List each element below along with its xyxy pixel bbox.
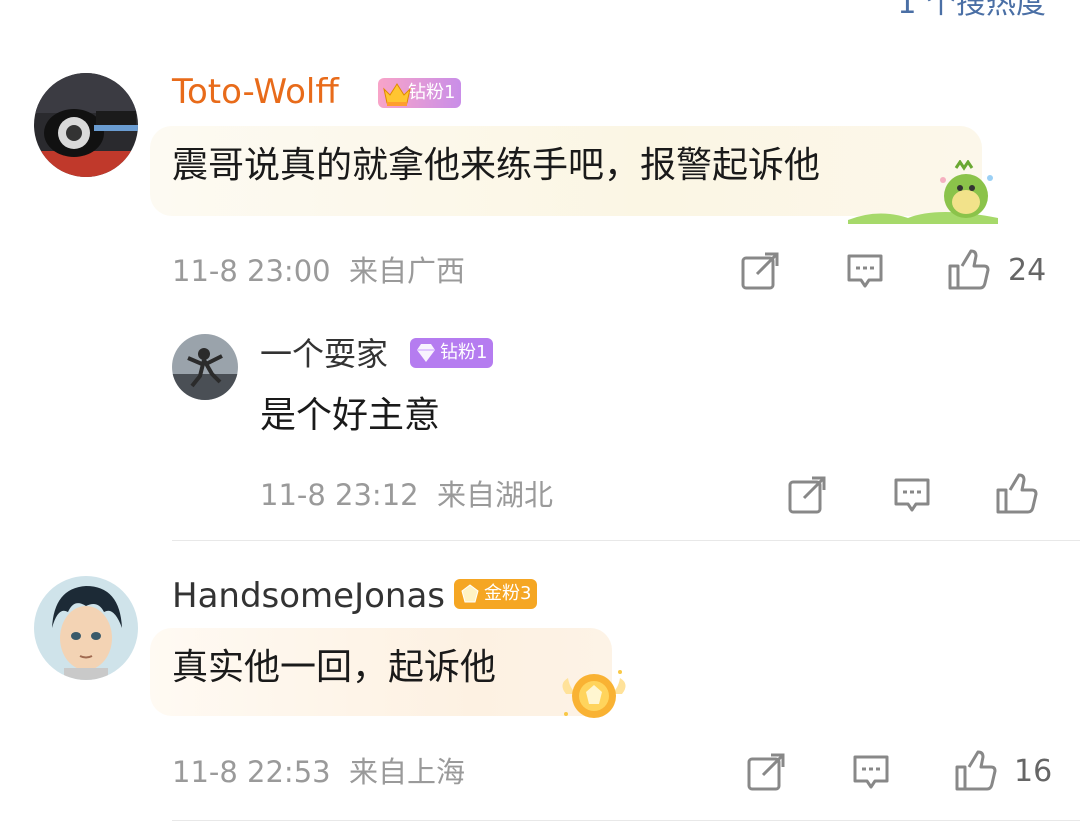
avatar[interactable] <box>172 334 238 400</box>
comment-icon[interactable] <box>851 752 891 796</box>
like-count: 24 <box>1008 253 1047 288</box>
username[interactable]: HandsomeJonas <box>172 576 445 616</box>
share-icon[interactable] <box>746 752 786 796</box>
reply-item: 一个耍家 钻粉1 是个好主意 11-8 23:12 来自湖北 <box>0 300 1080 540</box>
comment-time: 11-8 22:53 来自上海 <box>172 755 466 789</box>
username[interactable]: Toto-Wolff <box>172 72 339 112</box>
badge-label: 钻粉1 <box>440 342 488 363</box>
comment-location: 来自湖北 <box>437 478 554 512</box>
dinosaur-sticker-icon <box>848 159 998 228</box>
comment-item: Toto-Wolff 钻粉1 震哥说真的就拿他来练手吧，报警起诉他 11-8 2… <box>0 0 1080 300</box>
comment-text[interactable]: 是个好主意 <box>260 394 440 438</box>
comment-location: 来自上海 <box>349 755 466 789</box>
like-count: 16 <box>1014 754 1053 789</box>
gold-gem-icon <box>458 582 482 616</box>
gold-medal-sticker-icon <box>556 664 632 728</box>
comment-text[interactable]: 真实他一回，起诉他 <box>172 646 496 690</box>
username[interactable]: 一个耍家 <box>260 334 388 374</box>
fan-badge[interactable]: 钻粉1 <box>410 338 494 368</box>
comment-item: HandsomeJonas 金粉3 真实他一回，起诉他 11-8 22:53 来… <box>0 540 1080 831</box>
comment-time: 11-8 23:12 来自湖北 <box>260 478 554 512</box>
comment-icon[interactable] <box>845 251 885 295</box>
like-icon[interactable] <box>994 472 1038 520</box>
crown-icon <box>382 81 412 117</box>
share-icon[interactable] <box>787 475 827 519</box>
fan-badge[interactable]: 金粉3 <box>454 579 538 609</box>
avatar[interactable] <box>34 576 138 680</box>
badge-label: 金粉3 <box>484 583 532 604</box>
avatar[interactable] <box>34 73 138 177</box>
badge-label: 钻粉1 <box>408 82 456 103</box>
comment-location: 来自广西 <box>349 254 466 288</box>
comment-time: 11-8 23:00 来自广西 <box>172 254 466 288</box>
diamond-icon <box>414 341 438 375</box>
comment-text[interactable]: 震哥说真的就拿他来练手吧，报警起诉他 <box>172 144 820 188</box>
fan-badge[interactable]: 钻粉1 <box>378 78 462 108</box>
like-icon[interactable] <box>953 749 997 797</box>
like-icon[interactable] <box>946 248 990 296</box>
divider <box>172 820 1080 821</box>
comment-icon[interactable] <box>892 475 932 519</box>
share-icon[interactable] <box>740 251 780 295</box>
